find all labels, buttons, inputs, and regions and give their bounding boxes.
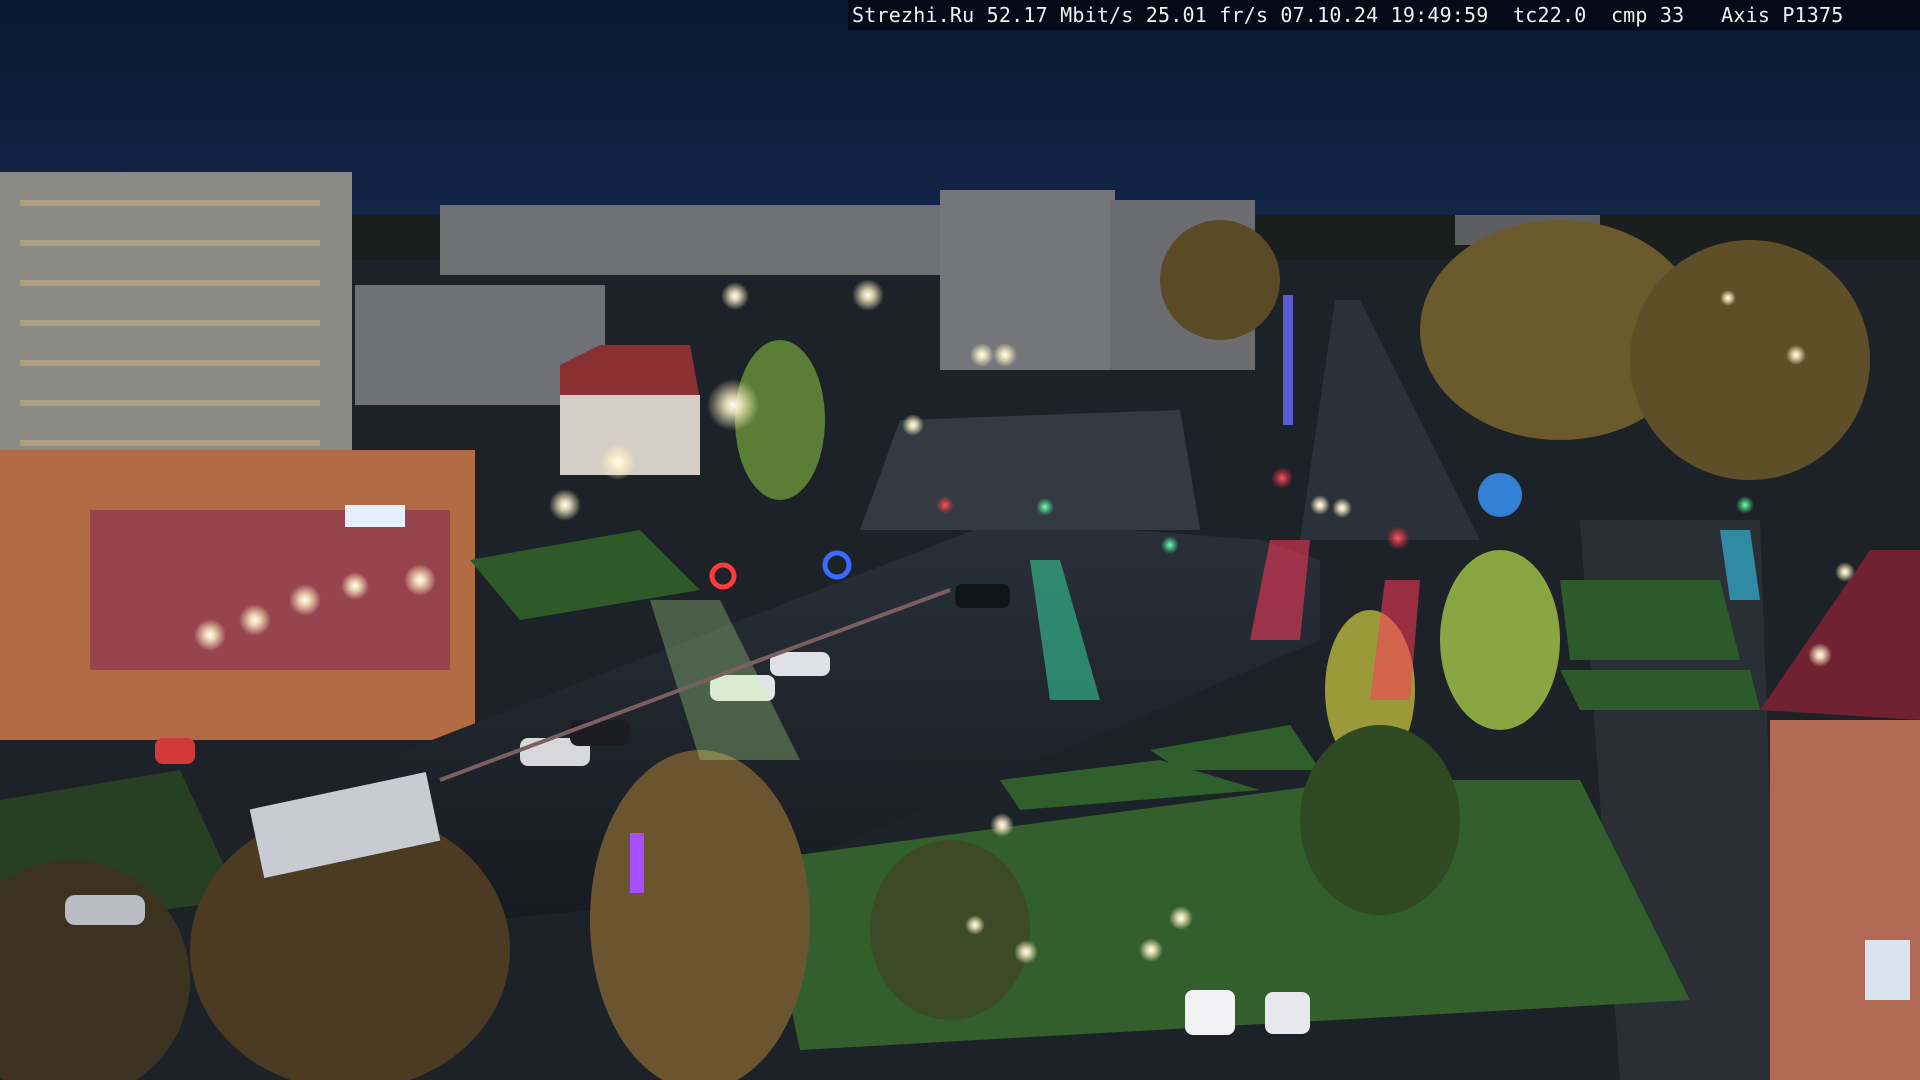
building-foreground-right <box>1770 720 1920 1080</box>
shop-sign <box>345 505 405 527</box>
camera-info-text: Strezhi.Ru 52.17 Mbit/s 25.01 fr/s 07.10… <box>852 3 1844 27</box>
building-tall-center <box>940 190 1115 370</box>
shopping-center-facade <box>90 510 450 670</box>
lawn-right-mid <box>1560 670 1760 710</box>
building-window-right <box>1865 940 1910 1000</box>
webcam-scene <box>0 0 1920 1080</box>
building-distant-left <box>440 205 940 275</box>
lawn-right-upper <box>1560 580 1740 660</box>
